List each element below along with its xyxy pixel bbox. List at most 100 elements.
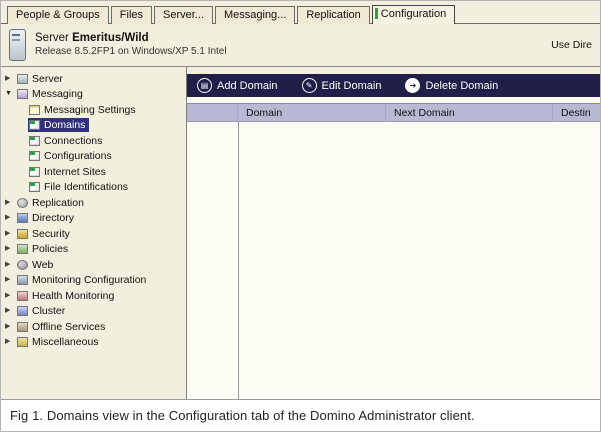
sidebar-item-security[interactable]: Security: [1, 226, 186, 242]
table-view-icon: [29, 135, 40, 146]
caption-bar: Fig 1. Domains view in the Configuration…: [1, 400, 600, 431]
sidebar-item-monitoring-configuration[interactable]: Monitoring Configuration: [1, 273, 186, 289]
messaging-icon: [17, 89, 28, 100]
sidebar-item-offline-services[interactable]: Offline Services: [1, 319, 186, 335]
sidebar-item-health-monitoring[interactable]: Health Monitoring: [1, 288, 186, 304]
table-view-icon: [29, 182, 40, 193]
edit-domain-icon: ✎: [301, 78, 317, 93]
figure-caption: Fig 1. Domains view in the Configuration…: [10, 408, 475, 423]
action-button-label: Delete Domain: [425, 79, 499, 92]
action-button-label: Add Domain: [217, 79, 278, 92]
tree-inner: Health Monitoring: [16, 289, 118, 303]
column-header-marker[interactable]: [187, 104, 238, 121]
sidebar-item-messaging[interactable]: Messaging: [1, 87, 186, 103]
twisty-collapsed-icon[interactable]: [5, 291, 16, 301]
sidebar-item-messaging-settings[interactable]: Messaging Settings: [1, 102, 186, 118]
sidebar-item-label: Server: [32, 72, 63, 85]
sidebar-item-label: Messaging Settings: [44, 103, 136, 116]
sidebar-item-label: Web: [32, 258, 54, 271]
twisty-collapsed-icon[interactable]: [5, 74, 16, 84]
tab-bar: People & Groups Files Server... Messagin…: [1, 1, 600, 24]
sidebar-item-connections[interactable]: Connections: [1, 133, 186, 149]
server-label: Server: [35, 32, 69, 44]
server-info: Server Emeritus/Wild Release 8.5.2FP1 on…: [35, 32, 227, 58]
tree-inner: Configurations: [28, 149, 116, 163]
column-header-domain[interactable]: Domain: [238, 104, 386, 121]
directory-icon: [17, 213, 28, 224]
table-header-row: Domain Next Domain Destin: [187, 103, 600, 122]
sidebar-item-label: Cluster: [32, 305, 66, 318]
tree-inner: Miscellaneous: [16, 335, 103, 349]
action-button-label: Edit Domain: [321, 79, 382, 92]
twisty-collapsed-icon[interactable]: [5, 322, 16, 332]
tree-inner: Policies: [16, 242, 72, 256]
tree-inner: Connections: [28, 134, 106, 148]
sidebar-item-replication[interactable]: Replication: [1, 195, 186, 211]
sidebar-item-label: Directory: [32, 212, 75, 225]
table-view-icon: [29, 166, 40, 177]
twisty-collapsed-icon[interactable]: [5, 260, 16, 270]
tree-inner: Security: [16, 227, 74, 241]
twisty-collapsed-icon[interactable]: [5, 337, 16, 347]
server-header: Server Emeritus/Wild Release 8.5.2FP1 on…: [1, 24, 600, 67]
sidebar-item-label: Offline Services: [32, 320, 106, 333]
sidebar-item-file-identifications[interactable]: File Identifications: [1, 180, 186, 196]
tree-inner: File Identifications: [28, 180, 132, 194]
sidebar-item-domains[interactable]: Domains: [1, 118, 186, 134]
twisty-collapsed-icon[interactable]: [5, 275, 16, 285]
column-header-next-domain[interactable]: Next Domain: [386, 104, 553, 121]
delete-domain-button[interactable]: ➔ Delete Domain: [405, 78, 498, 93]
server-name: Emeritus/Wild: [72, 32, 149, 44]
tab-people-groups[interactable]: People & Groups: [7, 6, 109, 24]
twisty-collapsed-icon[interactable]: [5, 198, 16, 208]
sidebar-item-cluster[interactable]: Cluster: [1, 304, 186, 320]
document-icon: [29, 104, 40, 115]
tree-inner: Web: [16, 258, 57, 272]
twisty-collapsed-icon[interactable]: [5, 213, 16, 223]
tab-configuration[interactable]: Configuration: [371, 5, 456, 24]
content-row: Server Messaging Messaging Settings: [1, 67, 600, 399]
server-tower-icon: [9, 29, 26, 61]
offline-icon: [17, 321, 28, 332]
policies-icon: [17, 244, 28, 255]
domains-list[interactable]: [187, 122, 600, 399]
tree-inner: Replication: [16, 196, 88, 210]
action-bar: ▤ Add Domain ✎ Edit Domain ➔ Delete Doma…: [187, 74, 600, 97]
sidebar-item-label: Health Monitoring: [32, 289, 115, 302]
sidebar-item-label: Security: [32, 227, 70, 240]
twisty-collapsed-icon[interactable]: [5, 306, 16, 316]
edit-domain-button[interactable]: ✎ Edit Domain: [301, 78, 382, 93]
sidebar-item-label: Domains: [44, 119, 86, 132]
web-icon: [17, 259, 28, 270]
sidebar-item-web[interactable]: Web: [1, 257, 186, 273]
tree-inner: Cluster: [16, 304, 69, 318]
twisty-expanded-icon[interactable]: [5, 89, 16, 99]
domino-administrator-window: People & Groups Files Server... Messagin…: [1, 1, 600, 400]
sidebar-item-label: Messaging: [32, 88, 83, 101]
monitoring-icon: [17, 275, 28, 286]
sidebar-item-policies[interactable]: Policies: [1, 242, 186, 258]
navigation-tree: Server Messaging Messaging Settings: [1, 67, 187, 399]
server-release: Release 8.5.2FP1 on Windows/XP 5.1 Intel: [35, 46, 227, 57]
sidebar-item-configurations[interactable]: Configurations: [1, 149, 186, 165]
tab-server[interactable]: Server...: [154, 6, 213, 24]
server-title: Server Emeritus/Wild: [35, 32, 227, 45]
tab-files[interactable]: Files: [110, 6, 153, 24]
table-view-icon: [29, 120, 40, 131]
sidebar-item-miscellaneous[interactable]: Miscellaneous: [1, 335, 186, 351]
twisty-collapsed-icon[interactable]: [5, 229, 16, 239]
column-divider: [238, 122, 239, 399]
add-domain-button[interactable]: ▤ Add Domain: [197, 78, 278, 93]
main-panel: ▤ Add Domain ✎ Edit Domain ➔ Delete Doma…: [187, 67, 600, 399]
sidebar-item-directory[interactable]: Directory: [1, 211, 186, 227]
tab-replication[interactable]: Replication: [297, 6, 370, 24]
tab-messaging[interactable]: Messaging...: [214, 6, 296, 24]
twisty-collapsed-icon[interactable]: [5, 244, 16, 254]
sidebar-item-server[interactable]: Server: [1, 71, 186, 87]
tree-inner: Messaging: [16, 87, 87, 101]
misc-icon: [17, 337, 28, 348]
tree-inner: Server: [16, 72, 67, 86]
tree-inner: Domains: [28, 118, 90, 133]
sidebar-item-internet-sites[interactable]: Internet Sites: [1, 164, 186, 180]
column-header-destination[interactable]: Destin: [553, 104, 600, 121]
